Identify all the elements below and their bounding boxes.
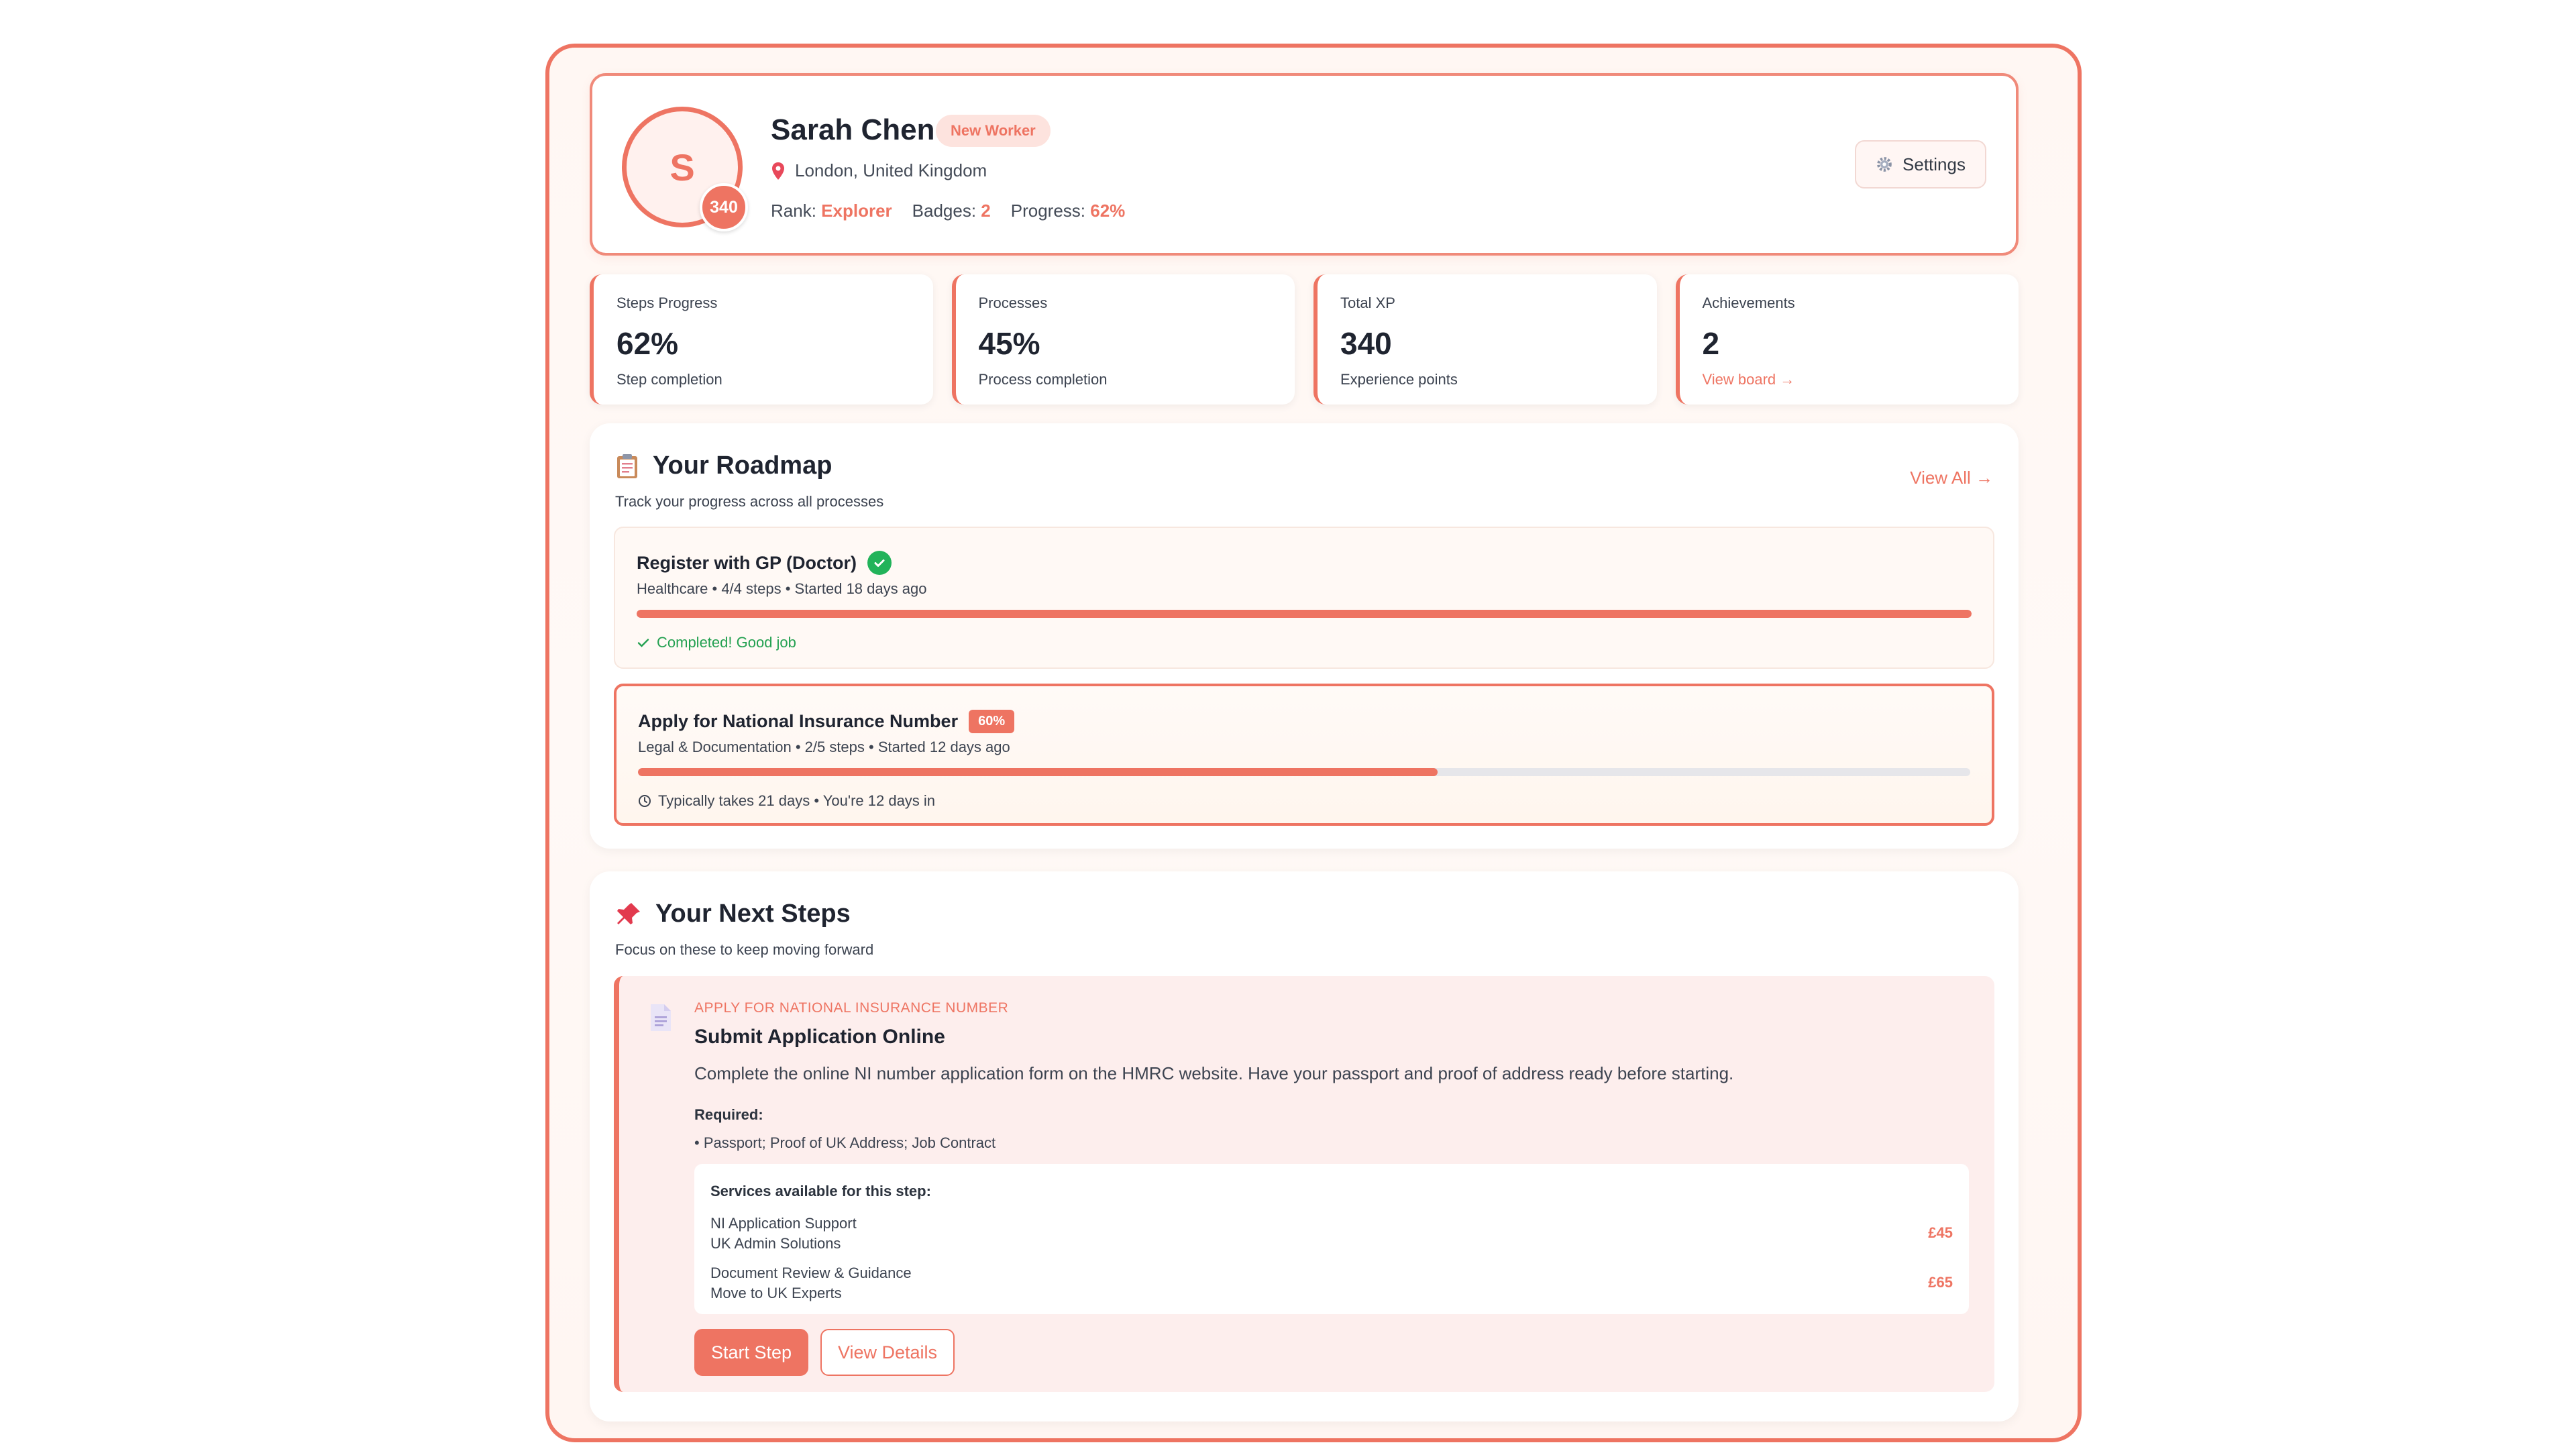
next-steps-title: Your Next Steps (615, 900, 851, 928)
rank-field: Rank: Explorer (771, 201, 892, 221)
service-price: £65 (1928, 1274, 1953, 1291)
stat-card-processes: Processes 45% Process completion (951, 274, 1295, 405)
stat-sub: Step completion (616, 371, 722, 388)
profile-location: London, United Kingdom (771, 160, 987, 181)
stat-card-xp: Total XP 340 Experience points (1313, 274, 1657, 405)
progress-bar-fill (637, 610, 1972, 618)
view-all-link[interactable]: View All → (1910, 468, 1993, 488)
clock-icon (639, 795, 651, 807)
next-steps-title-text: Your Next Steps (655, 900, 851, 928)
profile-name: Sarah Chen (771, 113, 935, 146)
check-circle-icon (867, 551, 892, 575)
step-process-name: APPLY FOR NATIONAL INSURANCE NUMBER (694, 1000, 1009, 1016)
services-box: Services available for this step: NI App… (694, 1164, 1969, 1314)
badges-label: Badges: (912, 201, 977, 221)
profile-card: S 340 Sarah Chen New Worker London, Unit… (590, 73, 2019, 256)
stat-card-steps: Steps Progress 62% Step completion (590, 274, 933, 405)
roadmap-title-text: Your Roadmap (653, 451, 833, 480)
services-heading: Services available for this step: (710, 1183, 931, 1199)
stat-label: Processes (978, 294, 1048, 311)
percent-badge: 60% (969, 709, 1015, 733)
stat-label: Total XP (1340, 294, 1395, 311)
stat-value: 2 (1702, 326, 1720, 361)
roadmap-title: Your Roadmap (615, 451, 832, 480)
view-details-button[interactable]: View Details (820, 1329, 955, 1376)
service-name: NI Application Support (710, 1215, 857, 1232)
settings-button[interactable]: Settings (1855, 140, 1986, 189)
process-card-active[interactable]: Apply for National Insurance Number 60% … (614, 684, 1994, 826)
process-title: Register with GP (Doctor) (637, 549, 1972, 576)
badges-field: Badges: 2 (912, 201, 991, 221)
document-icon (651, 1004, 671, 1031)
required-label: Required: (694, 1106, 763, 1123)
service-item[interactable]: Document Review & Guidance Move to UK Ex… (710, 1265, 1953, 1302)
progress-bar (638, 768, 1970, 776)
roadmap-panel: Your Roadmap Track your progress across … (590, 423, 2019, 849)
service-item[interactable]: NI Application Support UK Admin Solution… (710, 1215, 1953, 1252)
progress-bar-fill (638, 768, 1438, 776)
roadmap-subtitle: Track your progress across all processes (615, 493, 884, 510)
avatar-initial: S (669, 146, 695, 189)
gear-icon (1877, 157, 1892, 172)
profile-meta: Rank: Explorer Badges: 2 Progress: 62% (771, 201, 1125, 221)
rank-label: Rank: (771, 201, 816, 221)
dashboard-content: S 340 Sarah Chen New Worker London, Unit… (590, 73, 2019, 1421)
process-title-text: Apply for National Insurance Number (638, 710, 959, 731)
stat-card-achievements: Achievements 2 View board → (1675, 274, 2019, 405)
stat-label: Achievements (1702, 294, 1795, 311)
stats-row: Steps Progress 62% Step completion Proce… (590, 274, 2019, 405)
view-board-link[interactable]: View board → (1703, 371, 1996, 388)
progress-field: Progress: 62% (1011, 201, 1126, 221)
check-icon (637, 639, 649, 647)
location-pin-icon (772, 162, 784, 180)
process-note: Typically takes 21 days • You're 12 days… (638, 792, 1970, 810)
stat-value: 45% (978, 326, 1040, 361)
service-provider: Move to UK Experts (710, 1285, 842, 1301)
service-provider: UK Admin Solutions (710, 1235, 841, 1252)
stat-sub: Experience points (1340, 371, 1458, 388)
progress-label: Progress: (1010, 201, 1086, 221)
process-note-text: Typically takes 21 days • You're 12 days… (658, 792, 936, 809)
next-step-card: APPLY FOR NATIONAL INSURANCE NUMBER Subm… (614, 976, 1994, 1392)
progress-bar (637, 610, 1972, 618)
rank-value: Explorer (821, 201, 892, 221)
pushpin-icon (617, 902, 640, 924)
status-badge: New Worker (936, 115, 1051, 147)
progress-value: 62% (1090, 201, 1126, 221)
step-description: Complete the online NI number applicatio… (694, 1063, 1734, 1083)
service-name: Document Review & Guidance (710, 1265, 912, 1281)
next-steps-panel: Your Next Steps Focus on these to keep m… (590, 871, 2019, 1421)
app-frame: S 340 Sarah Chen New Worker London, Unit… (545, 44, 2082, 1442)
process-note: Completed! Good job (637, 634, 1972, 651)
next-steps-subtitle: Focus on these to keep moving forward (615, 941, 874, 958)
start-step-button[interactable]: Start Step (694, 1329, 808, 1376)
settings-label: Settings (1902, 154, 1966, 174)
process-meta: Legal & Documentation • 2/5 steps • Star… (638, 739, 1010, 755)
location-text: London, United Kingdom (795, 160, 987, 180)
badges-value: 2 (981, 201, 991, 221)
step-title: Submit Application Online (694, 1026, 945, 1048)
process-card-completed[interactable]: Register with GP (Doctor) Healthcare • 4… (614, 527, 1994, 669)
service-price: £45 (1928, 1224, 1953, 1241)
stat-sub: Process completion (978, 371, 1108, 388)
required-item: • Passport; Proof of UK Address; Job Con… (694, 1134, 996, 1151)
process-title: Apply for National Insurance Number 60% (638, 708, 1970, 735)
process-meta: Healthcare • 4/4 steps • Started 18 days… (637, 580, 927, 597)
process-title-text: Register with GP (Doctor) (637, 552, 857, 573)
stat-value: 340 (1340, 326, 1392, 361)
stat-label: Steps Progress (616, 294, 718, 311)
process-note-text: Completed! Good job (657, 634, 796, 651)
clipboard-icon (617, 453, 637, 478)
stat-value: 62% (616, 326, 679, 361)
xp-badge: 340 (700, 183, 748, 231)
